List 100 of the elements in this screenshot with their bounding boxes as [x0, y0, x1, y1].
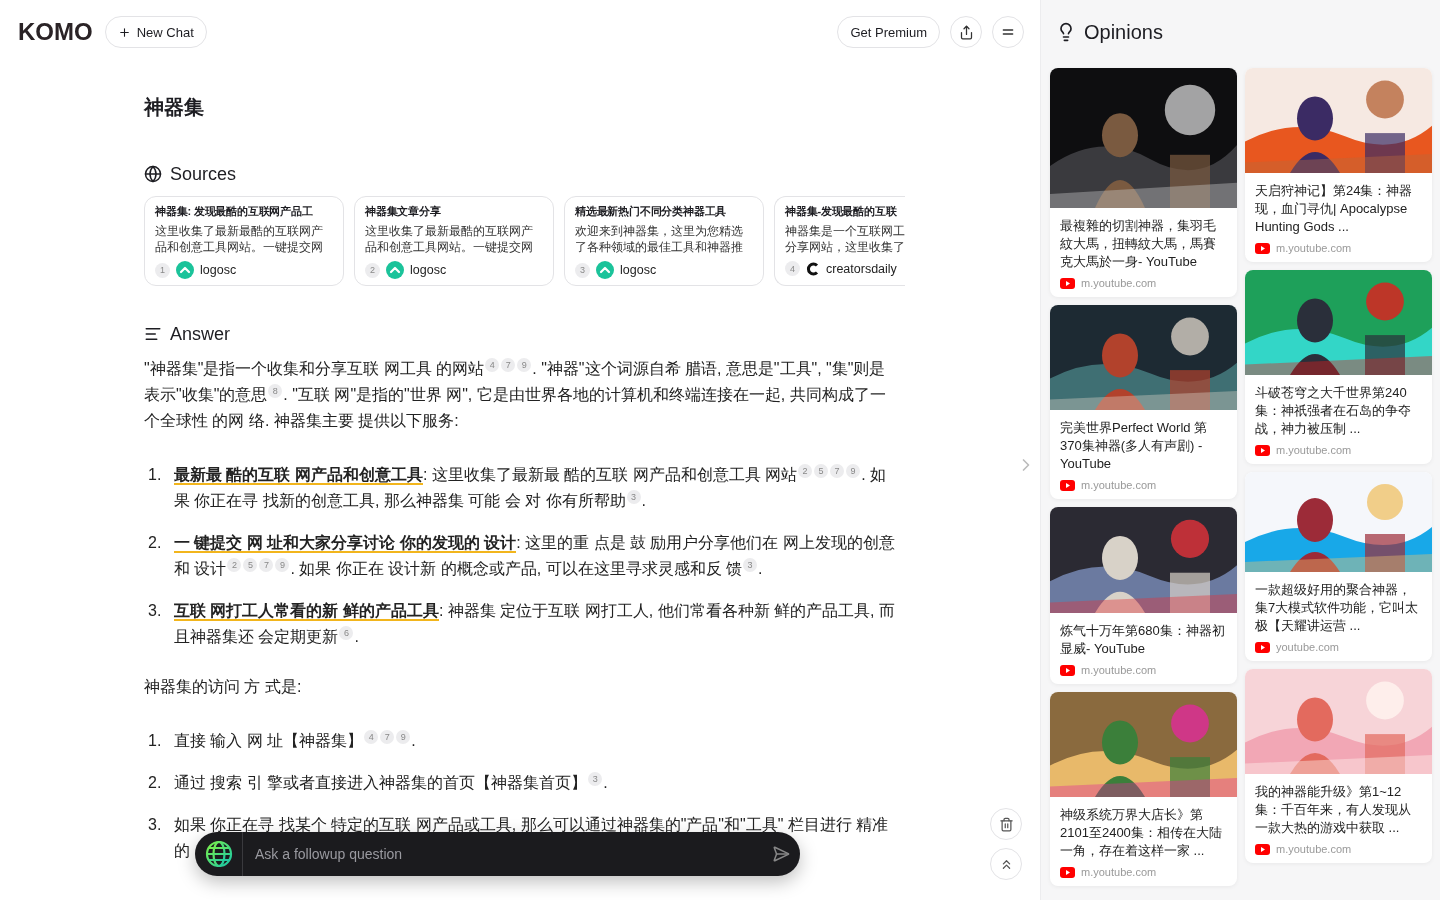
- citation-number[interactable]: 2: [227, 558, 242, 572]
- video-title: 神级系统万界大店长》第2101至2400集：相传在大陆一角，存在着这样一家 ...: [1060, 806, 1223, 860]
- source-number: 4: [785, 261, 800, 276]
- video-card[interactable]: 一款超级好用的聚合神器，集7大模式软件功能，它叫太极【天耀讲运营 ... youtube.com: [1245, 472, 1432, 661]
- source-card[interactable]: 神器集-发现最酷的互联 神器集是一个互联网工分享网站，这里收集了 4 creatorsdaily: [774, 196, 905, 286]
- citation-number[interactable]: 9: [275, 558, 290, 572]
- video-card[interactable]: 最複雜的切割神器，集羽毛紋大馬，扭轉紋大馬，馬賽克大馬於一身- YouTube m.youtube.com: [1050, 68, 1237, 297]
- answer-icon: [144, 325, 162, 343]
- answer-heading: Answer: [170, 323, 231, 346]
- chevron-logo-icon: [176, 261, 194, 279]
- followup-field[interactable]: Ask a followup question: [195, 832, 800, 876]
- source-number: 1: [155, 262, 170, 278]
- list-item-text: 直接 输入 网 址【神器集】 4 7 9 .: [174, 729, 417, 751]
- list-number: 1.: [147, 465, 163, 485]
- citation-number[interactable]: 5: [814, 464, 829, 478]
- list-item-text: 一 键提交 网 址和大家分享讨论 你的发现的 设计: 这里的重 点是 鼓 励用户分享他们在 网上发现的创意和 设计 2 5 7 9 . 如果 你正在 设计新 的概念或产品, 可以在这里寻求灵感和反 馈 3 .: [174, 533, 896, 579]
- source-snippet: 欢迎来到神器集，这里为您精选了各种领域的最佳工具和神器推: [575, 224, 744, 255]
- source-card[interactable]: 神器集文章分享 这里收集了最新最酷的互联网产品和创意工具网站。一键提交网 2 logosc: [354, 196, 554, 286]
- chevron-logo-icon: [386, 261, 404, 279]
- citation-number[interactable]: 9: [517, 358, 532, 372]
- video-play-icon: [1255, 843, 1270, 855]
- video-title: 完美世界Perfect World 第370集神器(多人有声剧) - YouTube: [1060, 419, 1209, 473]
- premium-button[interactable]: Get Premium: [837, 16, 940, 48]
- video-card[interactable]: 完美世界Perfect World 第370集神器(多人有声剧) - YouTube m.youtube.com: [1050, 305, 1237, 499]
- video-play-icon: [1255, 242, 1270, 254]
- video-play-icon: [1060, 866, 1075, 878]
- citation-number[interactable]: 5: [243, 558, 258, 572]
- opinions-heading: Opinions: [1084, 20, 1163, 44]
- source-title: 神器集: 发现最酷的互联网产品工: [155, 204, 314, 219]
- citation-number[interactable]: 3: [588, 772, 603, 786]
- plus-icon: [117, 25, 131, 39]
- list-number: 1.: [147, 731, 163, 751]
- video-play-icon: [1060, 277, 1075, 289]
- citation-number[interactable]: 3: [626, 490, 641, 504]
- citation-number[interactable]: 4: [485, 358, 500, 372]
- video-site: m.youtube.com: [1081, 277, 1157, 289]
- new-chat-button[interactable]: New Chat: [104, 16, 207, 48]
- list-number: 3.: [147, 815, 163, 835]
- video-title: 斗破苍穹之大千世界第240集：神祇强者在石岛的争夺战，神力被压制 ...: [1255, 384, 1412, 438]
- source-site: creatorsdaily: [826, 261, 897, 276]
- answer-paragraph: "神器集"是指一个收集和分享互联 网工具 的网站 4 7 9 . "神器"这个词源自希 腊语, 意思是"工具", "集"则是表示"收集"的意思 8 . "互联 网"是指的"世界 网", 它是由世界各地的计算机和终端连接在一起, 共同构成了一个全球性 的网 络. 神器集主要 提供以下服务:: [144, 357, 887, 431]
- answer-paragraph: 神器集的访问 方 式是:: [144, 677, 303, 697]
- video-card[interactable]: 炼气十万年第680集：神器初显威- YouTube m.youtube.com: [1050, 507, 1237, 684]
- list-item-text: 最新最 酷的互联 网产品和创意工具: 这里收集了最新最 酷的互联 网产品和创意工具 网站 2 5 7 9 . 如果 你正在寻 找新的创意工具, 那么神器集 可能 会 对 你有所帮助 3 .: [174, 463, 887, 511]
- citation-number[interactable]: 8: [268, 384, 283, 398]
- citation-number[interactable]: 3: [743, 558, 757, 572]
- item-title-link[interactable]: 最新最 酷的互联 网产品和创意工具: [174, 466, 423, 485]
- video-card[interactable]: 神级系统万界大店长》第2101至2400集：相传在大陆一角，存在着这样一家 ... m.youtube.com: [1050, 692, 1237, 886]
- video-card[interactable]: 我的神器能升级》第1~12集：千百年来，有人发现从一款大热的游戏中获取 ... m.youtube.com: [1245, 669, 1432, 863]
- source-card[interactable]: 神器集: 发现最酷的互联网产品工 这里收集了最新最酷的互联网产品和创意工具网站。一键提交网 1 logosc: [144, 196, 344, 286]
- video-title: 我的神器能升级》第1~12集：千百年来，有人发现从一款大热的游戏中获取 ...: [1255, 783, 1412, 837]
- video-site: m.youtube.com: [1276, 242, 1352, 254]
- citation-number[interactable]: 7: [259, 558, 274, 572]
- globe-icon: [144, 165, 162, 183]
- video-play-icon: [1255, 444, 1270, 456]
- video-play-icon: [1060, 479, 1075, 491]
- citation-number[interactable]: 4: [364, 730, 379, 744]
- item-title-link[interactable]: 一 键提交 网 址和大家分享讨论 你的发现的 设计: [174, 534, 517, 553]
- video-card[interactable]: 斗破苍穹之大千世界第240集：神祇强者在石岛的争夺战，神力被压制 ... m.youtube.com: [1245, 270, 1432, 464]
- source-card[interactable]: 精选最新热门不同分类神器工具 欢迎来到神器集，这里为您精选了各种领域的最佳工具和神器推 3 logosc: [564, 196, 764, 286]
- source-title: 神器集-发现最酷的互联: [785, 204, 898, 219]
- citation-number[interactable]: 9: [396, 730, 411, 744]
- video-title: 炼气十万年第680集：神器初显威- YouTube: [1060, 622, 1226, 658]
- share-button[interactable]: [950, 16, 982, 48]
- sources-heading: Sources: [170, 163, 237, 186]
- citation-number[interactable]: 9: [846, 464, 861, 478]
- list-item-text: 互联 网打工人常看的新 鲜的产品工具: 神器集 定位于互联 网打工人, 他们常看各种新 鲜的产品工具, 而且神器集还 会定期更新 6 .: [174, 601, 896, 647]
- source-snippet: 这里收集了最新最酷的互联网产品和创意工具网站。一键提交网: [155, 224, 324, 255]
- send-icon[interactable]: [772, 845, 790, 863]
- logo[interactable]: KOMO: [18, 18, 93, 46]
- page-title: 神器集: [144, 95, 205, 120]
- video-play-icon: [1255, 641, 1270, 653]
- source-site: logosc: [620, 263, 657, 277]
- citation-number[interactable]: 7: [380, 730, 395, 744]
- globe-icon[interactable]: [204, 840, 233, 868]
- menu-button[interactable]: [992, 16, 1024, 48]
- source-number: 3: [575, 262, 590, 278]
- citation-number[interactable]: 7: [501, 358, 516, 372]
- video-card[interactable]: 天启狩神记】第24集：神器现，血门寻仇| Apocalypse Hunting Gods ... m.youtube.com: [1245, 68, 1432, 262]
- source-title: 精选最新热门不同分类神器工具: [575, 204, 728, 219]
- video-site: m.youtube.com: [1276, 444, 1352, 456]
- list-number: 2.: [147, 533, 163, 553]
- video-title: 一款超级好用的聚合神器，集7大模式软件功能，它叫太极【天耀讲运营 ...: [1255, 581, 1420, 635]
- source-site: logosc: [410, 263, 447, 277]
- video-title: 最複雜的切割神器，集羽毛紋大馬，扭轉紋大馬，馬賽克大馬於一身- YouTube: [1060, 217, 1217, 271]
- source-snippet: 神器集是一个互联网工分享网站，这里收集了: [785, 224, 905, 255]
- scroll-top-button[interactable]: [990, 848, 1022, 880]
- source-site: logosc: [200, 263, 237, 277]
- citation-number[interactable]: 6: [339, 626, 354, 640]
- video-site: m.youtube.com: [1276, 843, 1352, 855]
- source-snippet: 这里收集了最新最酷的互联网产品和创意工具网站。一键提交网: [365, 224, 534, 255]
- citation-number[interactable]: 7: [830, 464, 845, 478]
- delete-button[interactable]: [990, 808, 1022, 840]
- item-title-link[interactable]: 互联 网打工人常看的新 鲜的产品工具: [174, 602, 439, 621]
- followup-input[interactable]: Ask a followup question: [243, 846, 772, 862]
- list-number: 2.: [147, 773, 163, 793]
- list-number: 3.: [147, 601, 163, 621]
- c-logo-icon: [806, 261, 820, 276]
- list-item-text: 如果 你正在寻 找某个 特定的互联 网产品或工具, 那么可以通过神器集的"产品"和"工具" 栏目进行 精准: [174, 815, 889, 835]
- citation-number[interactable]: 2: [798, 464, 813, 478]
